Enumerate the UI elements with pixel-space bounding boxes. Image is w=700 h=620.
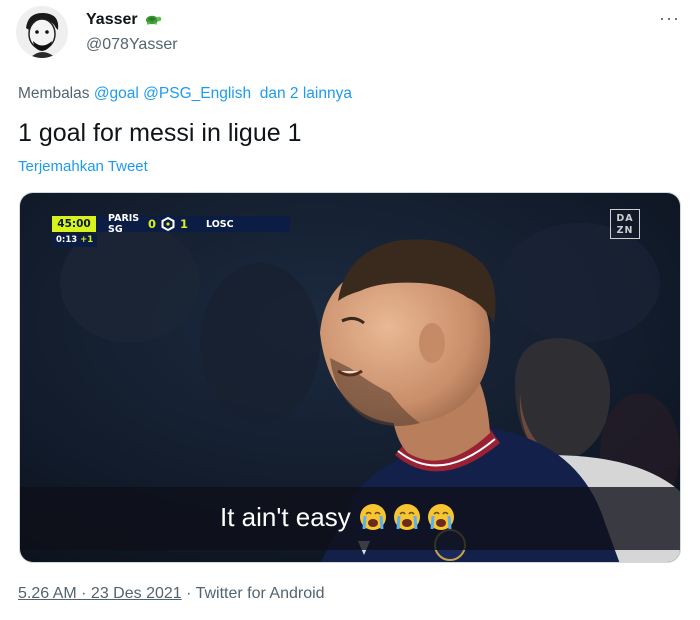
match-clock: 45:00 (52, 216, 96, 232)
added-time-elapsed: 0:13 (56, 235, 78, 245)
mention-goal[interactable]: @goal (94, 85, 139, 102)
author-handle[interactable]: @078Yasser (86, 36, 178, 54)
mention-psg-english[interactable]: @PSG_English (143, 85, 251, 102)
caption-text: It ain't easy (220, 502, 351, 532)
reply-others-link[interactable]: dan 2 lainnya (260, 85, 352, 102)
tweet-timestamp[interactable]: 5.26 AM · 23 Des 2021 (18, 585, 182, 602)
crying-emoji-icon (358, 502, 456, 539)
meta-separator: · (186, 585, 192, 602)
home-score: 0 (147, 217, 156, 231)
scorebug-teams: PARIS SG 0 1 LOSC (96, 213, 290, 235)
reply-context: Membalas @goal @PSG_English dan 2 lainny… (18, 85, 352, 103)
avatar[interactable] (16, 6, 68, 58)
added-time-plus: +1 (80, 235, 94, 245)
scorebug: 45:00 PARIS SG 0 1 LOSC (52, 213, 290, 235)
more-options-icon[interactable]: ··· (659, 8, 680, 29)
away-score: 1 (179, 217, 188, 231)
tweet-meta: 5.26 AM · 23 Des 2021 · Twitter for Andr… (18, 585, 325, 603)
away-team: LOSC (206, 218, 234, 230)
caption: It ain't easy (220, 502, 456, 539)
added-time: 0:13 +1 (52, 234, 98, 247)
tweet-source: Twitter for Android (195, 585, 325, 602)
avatar-illustration (16, 6, 68, 58)
tweet-text: 1 goal for messi in ligue 1 (18, 119, 302, 147)
translate-tweet-link[interactable]: Terjemahkan Tweet (18, 158, 148, 175)
reply-prefix: Membalas (18, 85, 90, 102)
ligue1-logo-icon (158, 216, 178, 232)
author-display-name[interactable]: Yasser (86, 11, 138, 29)
home-team: PARIS SG (108, 213, 140, 235)
dazn-logo: DA ZN (610, 209, 640, 239)
turtle-icon (144, 13, 162, 27)
